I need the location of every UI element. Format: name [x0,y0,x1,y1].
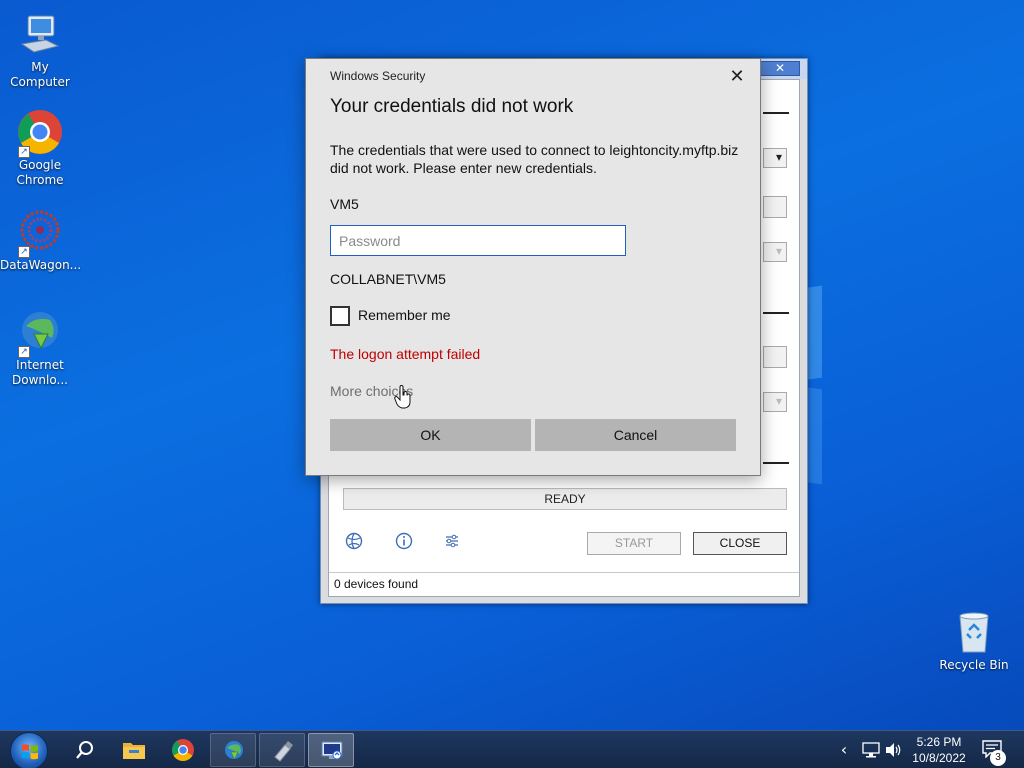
desktop-icon-label: Recycle Bin [939,658,1009,672]
divider [763,462,789,464]
desktop-icon-label: My Computer [10,60,70,89]
bg-window-close-button[interactable]: ✕ [760,61,800,76]
hand-cursor-icon [394,384,412,409]
clock-date: 10/8/2022 [912,751,966,765]
dropdown[interactable] [763,148,787,168]
dropdown-disabled [763,392,787,412]
password-input[interactable] [330,225,626,256]
start-button[interactable]: START [587,532,681,555]
recycle-bin-icon [950,608,998,656]
usb-drive-icon [274,741,293,762]
taskbar-chrome-button[interactable] [160,733,206,767]
shortcut-arrow-icon: ↗ [18,146,30,158]
start-button[interactable] [10,732,48,768]
cancel-button[interactable]: Cancel [535,419,736,451]
chrome-icon: ↗ [16,108,64,158]
file-explorer-icon [123,743,145,759]
desktop-icon-my-computer[interactable]: My Computer [0,10,80,90]
desktop-icon-label: DataWagon... [0,258,82,272]
taskbar-remote-desktop-button[interactable] [308,733,354,767]
desktop-icon-internet-download-manager[interactable]: ↗ Internet Downlo... [0,308,80,388]
remember-me-label[interactable]: Remember me [358,307,451,323]
desktop-icon-label: Google Chrome [16,158,64,187]
taskbar-file-explorer-button[interactable] [111,733,157,767]
text-field[interactable] [763,346,787,368]
search-icon [76,741,93,759]
username-label: VM5 [330,196,359,212]
dropdown-disabled [763,242,787,262]
divider [763,312,789,314]
status-bar: 0 devices found [329,572,799,596]
internet-download-manager-icon: ↗ [16,308,64,358]
taskbar-usb-button[interactable] [259,733,305,767]
taskbar-search-button[interactable] [62,733,108,767]
volume-tray-button[interactable] [884,731,904,768]
divider [763,112,789,114]
dialog-message: The credentials that were used to connec… [330,142,739,176]
ok-button[interactable]: OK [330,419,531,451]
network-tray-button[interactable] [860,731,882,768]
tray-overflow-chevron-icon[interactable]: ‹ [836,731,852,768]
computer-icon [16,10,64,58]
domain-user-label: COLLABNET\VM5 [330,271,446,287]
network-icon [862,742,880,758]
desktop-icon-google-chrome[interactable]: ↗ Google Chrome [0,108,80,188]
dialog-heading: Your credentials did not work [330,96,574,117]
desktop-icon-datawagon[interactable]: ↗ DataWagon... [0,208,82,273]
globe-icon[interactable] [344,532,364,552]
notification-count-badge: 3 [990,750,1006,766]
windows-security-dialog: Windows Security ✕ Your credentials did … [305,58,761,476]
chrome-icon [172,739,194,761]
clock-time: 5:26 PM [916,735,962,749]
settings-sliders-icon[interactable] [442,532,462,552]
remote-desktop-icon [321,741,343,760]
dialog-caption: Windows Security [330,69,426,83]
taskbar-idm-button[interactable] [210,733,256,767]
datawagon-icon: ↗ [16,208,64,258]
internet-download-manager-icon [225,741,243,760]
desktop-icon-label: Internet Downlo... [12,358,68,387]
shortcut-arrow-icon: ↗ [18,346,30,358]
taskbar: ‹ 5:26 PM 10/8/2022 3 [0,730,1024,768]
progress-bar: READY [343,488,787,510]
remember-me-checkbox[interactable] [330,306,350,326]
dialog-close-button[interactable]: ✕ [726,65,748,87]
error-message: The logon attempt failed [330,346,481,362]
shortcut-arrow-icon: ↗ [18,246,30,258]
volume-icon [886,743,901,757]
close-button[interactable]: CLOSE [693,532,787,555]
info-icon[interactable] [394,532,414,552]
windows-logo-icon [22,744,38,760]
desktop-icon-recycle-bin[interactable]: Recycle Bin [934,608,1014,673]
text-field[interactable] [763,196,787,218]
taskbar-clock[interactable]: 5:26 PM 10/8/2022 [904,734,974,766]
